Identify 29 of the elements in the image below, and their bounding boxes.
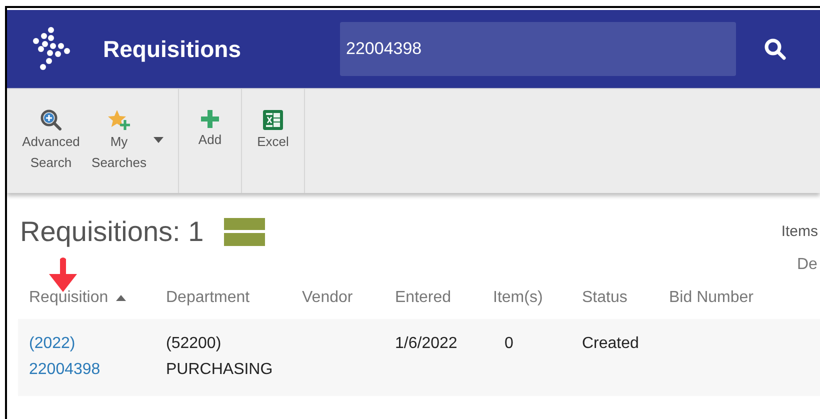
column-header[interactable]: Department (166, 286, 250, 310)
search-field[interactable]: 22004398 (340, 22, 736, 76)
zoom-in-icon (40, 109, 62, 131)
column-header[interactable]: Entered (395, 286, 452, 310)
requisition-link[interactable]: (2022) 22004398 (29, 331, 100, 383)
spreadsheet-icon (262, 109, 284, 131)
my-searches-button[interactable]: My Searches (88, 89, 168, 193)
column-header[interactable]: Status (582, 286, 628, 310)
add-button[interactable]: Add (179, 89, 241, 193)
column-header[interactable]: Item(s) (493, 286, 543, 310)
star-plus-icon (107, 109, 131, 131)
excel-button[interactable]: Excel (242, 89, 304, 193)
table-cell-text: Created (582, 334, 639, 354)
plus-icon (200, 109, 220, 129)
search-icon[interactable] (764, 38, 786, 60)
advanced-search-button[interactable]: Advanced Search (16, 89, 86, 193)
column-header[interactable]: Vendor (302, 286, 353, 310)
table-cell-text: 1/6/2022 (395, 334, 458, 354)
items-label: Items (781, 222, 818, 242)
app-title: Requisitions (103, 34, 242, 64)
column-header[interactable]: De (797, 253, 818, 277)
column-header[interactable]: Bid Number (669, 286, 754, 310)
arrow-annotation (47, 256, 79, 292)
column-header[interactable]: Requisition (29, 286, 108, 310)
table-cell-text: (52200) PURCHASING (166, 334, 273, 380)
layout-toggle-icon[interactable] (224, 218, 265, 246)
table-row[interactable]: (2022) 22004398 (52200) PURCHASING 1/6/2022 0 Created (18, 319, 820, 396)
table-cell-text: 0 (504, 334, 514, 354)
results-title: Requisitions: 1 (20, 215, 204, 249)
